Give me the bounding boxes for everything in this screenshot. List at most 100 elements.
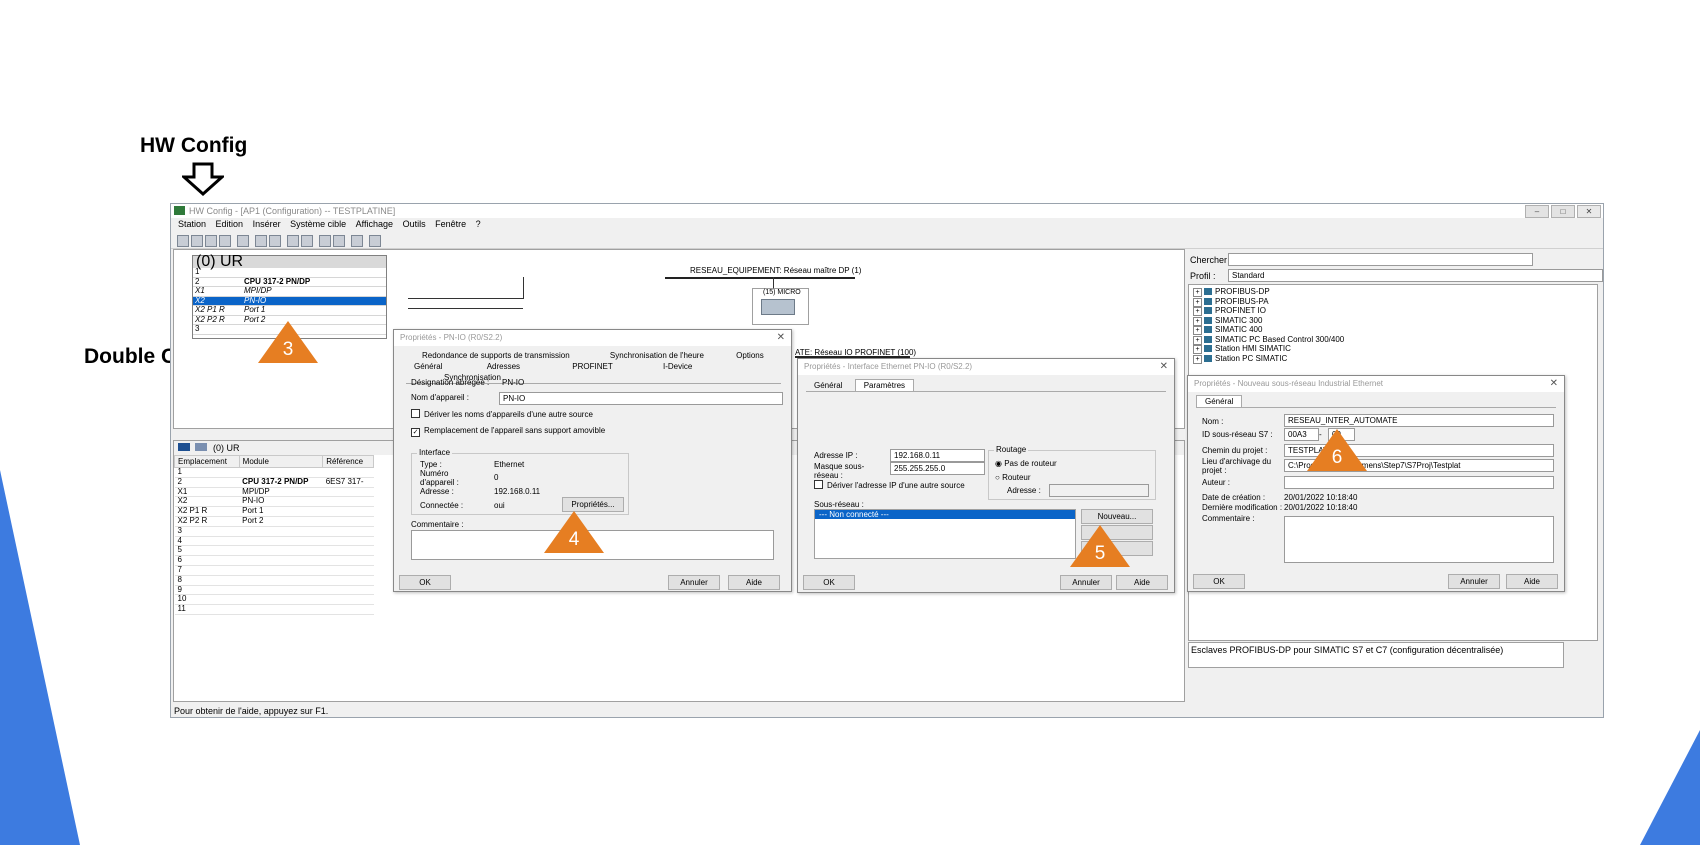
name-input[interactable]: RESEAU_INTER_AUTOMATE [1284,414,1554,427]
ok-button[interactable]: OK [1193,574,1245,589]
paste-icon[interactable] [269,235,281,247]
catalog-tree-item[interactable]: + SIMATIC 400 [1193,325,1593,335]
help-button[interactable]: Aide [1116,575,1168,590]
tab-synchro-heure[interactable]: Synchronisation de l'heure [602,350,712,361]
replace-device-checkbox[interactable]: ✓ Remplacement de l'appareil sans support… [411,426,605,437]
minimize-button[interactable]: – [1525,205,1549,218]
tab-general[interactable]: Général [806,380,850,391]
table-row[interactable]: X2 P2 R Port 2 [174,516,374,527]
tab-parametres[interactable]: Paramètres [854,379,915,391]
catalog-icon[interactable] [319,235,331,247]
close-icon[interactable]: ✕ [1550,378,1558,389]
menu-systeme-cible[interactable]: Système cible [290,219,346,229]
properties-button[interactable]: Propriétés... [562,497,624,512]
catalog-tree-item[interactable]: + PROFINET IO [1193,306,1593,316]
help-icon[interactable] [369,235,381,247]
rack-row[interactable]: X2 P1 R Port 1 [193,305,386,316]
catalog-tree-item[interactable]: + Station HMI SIMATIC [1193,344,1593,354]
cancel-button[interactable]: Annuler [668,575,720,590]
search-input[interactable] [1228,253,1533,266]
tab-redondance[interactable]: Redondance de supports de transmission [414,350,578,361]
menu-outils[interactable]: Outils [403,219,426,229]
new-icon[interactable] [177,235,189,247]
expand-icon[interactable]: + [1193,288,1202,297]
table-row[interactable]: 6 [174,555,374,566]
tab-options[interactable]: Options [728,350,772,361]
router-addr-input[interactable] [1049,484,1149,497]
menu-affichage[interactable]: Affichage [356,219,393,229]
print-icon[interactable] [237,235,249,247]
menu-fenetre[interactable]: Fenêtre [435,219,466,229]
subnet-list[interactable]: --- Non connecté --- [814,509,1076,559]
table-row[interactable]: 2 CPU 317-2 PN/DP 6ES7 317- [174,477,374,488]
menu-station[interactable]: Station [178,219,206,229]
expand-icon[interactable]: + [1193,354,1202,364]
catalog-tree-item[interactable]: + PROFIBUS-PA [1193,297,1593,307]
subnet-list-item[interactable]: --- Non connecté --- [815,510,1075,519]
close-icon[interactable]: ✕ [1160,361,1168,372]
tab-profinet[interactable]: PROFINET [564,361,620,372]
profile-select[interactable]: Standard [1228,269,1603,282]
back-arrow-icon[interactable] [178,443,190,451]
cancel-button[interactable]: Annuler [1448,574,1500,589]
netpro-icon[interactable] [333,235,345,247]
catalog-tree-item[interactable]: + Station PC SIMATIC [1193,354,1593,364]
derive-names-checkbox[interactable]: Dériver les noms d'appareils d'une autre… [411,409,593,419]
help-button[interactable]: Aide [728,575,780,590]
rack-row[interactable]: 2 CPU 317-2 PN/DP [193,277,386,287]
open-icon[interactable] [191,235,203,247]
catalog-tree-item[interactable]: + SIMATIC 300 [1193,316,1593,326]
table-row[interactable]: X2 PN-IO [174,496,374,508]
copy-icon[interactable] [255,235,267,247]
table-row[interactable]: X2 P1 R Port 1 [174,506,374,517]
table-row[interactable]: 9 [174,585,374,596]
catalog-tree-item[interactable]: + PROFIBUS-DP [1193,287,1593,297]
forward-arrow-icon[interactable] [194,443,207,451]
table-row[interactable]: 10 [174,594,374,606]
help-button[interactable]: Aide [1506,574,1558,589]
table-row[interactable]: 7 [174,565,374,576]
save-icon[interactable] [205,235,217,247]
table-row[interactable]: 4 [174,536,374,547]
menu-help[interactable]: ? [476,219,481,229]
table-row[interactable]: 11 [174,604,374,615]
menu-inserer[interactable]: Insérer [253,219,281,229]
table-row[interactable]: 8 [174,575,374,586]
expand-icon[interactable]: + [1193,307,1202,316]
new-subnet-button[interactable]: Nouveau... [1081,509,1153,524]
maximize-button[interactable]: □ [1551,205,1575,218]
device-name-input[interactable]: PN-IO [499,392,783,405]
ip-input[interactable]: 192.168.0.11 [890,449,985,462]
close-icon[interactable]: ✕ [777,332,785,343]
table-row[interactable]: 1 [174,467,374,478]
tab-general[interactable]: Général [1196,395,1243,407]
derive-ip-checkbox[interactable]: Dériver l'adresse IP d'une autre source [814,480,965,490]
expand-icon[interactable]: + [1193,326,1202,335]
ok-button[interactable]: OK [803,575,855,590]
catalog-tree-item[interactable]: + SIMATIC PC Based Control 300/400 [1193,335,1593,345]
compile-icon[interactable] [219,235,231,247]
rack-row[interactable]: X1 MPI/DP [193,286,386,297]
table-row[interactable]: 3 [174,526,374,537]
close-button[interactable]: ✕ [1577,205,1601,218]
ok-button[interactable]: OK [399,575,451,590]
mask-input[interactable]: 255.255.255.0 [890,462,985,475]
upload-icon[interactable] [301,235,313,247]
tab-i-device[interactable]: I-Device [655,361,700,372]
down-arrow-icon [182,162,224,196]
cancel-button[interactable]: Annuler [1060,575,1112,590]
dp-device-micro[interactable]: (15) MICRO [752,288,809,325]
dialog-subnet-title: Propriétés - Nouveau sous-réseau Industr… [1188,376,1564,392]
network-view-icon[interactable] [351,235,363,247]
router-radio[interactable]: ○ Routeur [995,473,1031,482]
author-input[interactable] [1284,476,1554,489]
table-row[interactable]: X1 MPI/DP [174,487,374,498]
menu-edition[interactable]: Edition [216,219,244,229]
download-icon[interactable] [287,235,299,247]
table-row[interactable]: 5 [174,545,374,557]
tab-adresses[interactable]: Adresses [479,361,528,372]
no-router-radio[interactable]: ◉ Pas de routeur [995,459,1057,468]
comment-textarea[interactable] [1284,516,1554,563]
tab-general[interactable]: Général [406,361,450,372]
expand-icon[interactable]: + [1193,345,1202,354]
